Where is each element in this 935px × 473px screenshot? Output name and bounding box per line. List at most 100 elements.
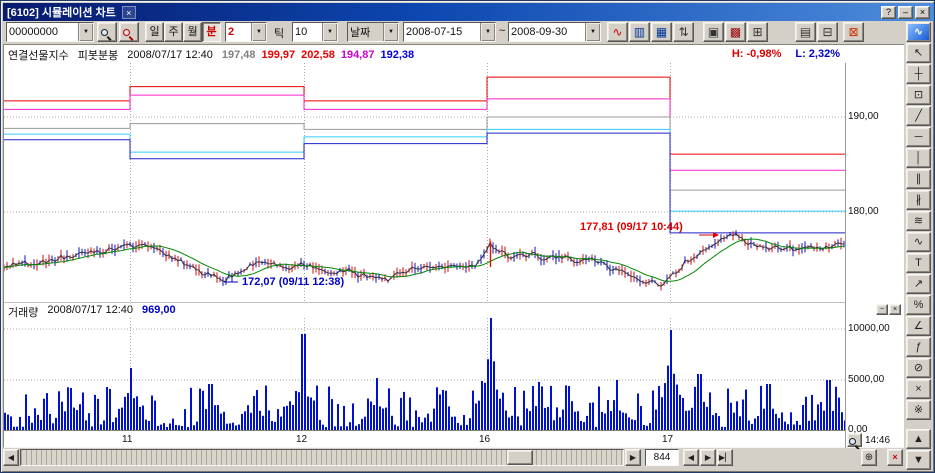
price-axis-border <box>845 63 846 448</box>
chart-legend: 연결선물지수 피봇분봉 2008/07/17 12:40 197,48199,9… <box>8 47 414 63</box>
right-toolbar: ∿↖┼⊡╱─│∥∦≋∿T↗%∠ƒ⊘×※▲▼ <box>904 22 933 471</box>
percent-tool-button[interactable]: % <box>906 295 931 315</box>
volume-pane-buttons: −× <box>876 304 901 315</box>
price-pane-plot[interactable] <box>4 63 845 302</box>
interval-combo[interactable]: 2 ▼ <box>225 22 267 42</box>
sort-button[interactable]: ⇅ <box>673 22 694 42</box>
close-button[interactable]: × <box>915 6 930 19</box>
annotation-low: 172,07 (09/11 12:38) <box>242 276 344 288</box>
collapse-pane-button[interactable]: − <box>876 304 888 315</box>
chart-area[interactable]: 연결선물지수 피봇분봉 2008/07/17 12:40 197,48199,9… <box>3 44 905 448</box>
symbol-code-combo[interactable]: ▼ <box>6 22 94 42</box>
close-pane-button[interactable]: × <box>889 304 901 315</box>
tick-label: 틱 <box>274 25 284 41</box>
jump-latest-button[interactable]: ▶▏ <box>717 449 733 466</box>
volume-datetime: 2008/07/17 12:40 <box>47 304 133 320</box>
panel-close-button[interactable]: × <box>887 449 903 466</box>
chevron-down-icon[interactable]: ▼ <box>585 23 600 41</box>
date-from-combo[interactable]: 2008-07-15 ▼ <box>403 22 496 42</box>
time-axis-label: 12 <box>296 434 307 445</box>
volume-profile-button[interactable]: ▥ <box>629 22 650 42</box>
price-axis-label: 190,00 <box>848 111 879 122</box>
period-day-button[interactable]: 일 <box>145 22 164 42</box>
search-button[interactable] <box>97 22 117 42</box>
zoom-select-button[interactable]: ⊡ <box>906 85 931 105</box>
title-bar[interactable]: [6102] 시뮬레이션 차트 × ?–× <box>3 3 934 21</box>
volume-axis-label: 0,00 <box>848 424 867 435</box>
save-chart-button[interactable]: ⊟ <box>817 22 838 42</box>
scrollbar-thumb[interactable] <box>507 450 533 465</box>
legend-value: 202,58 <box>301 49 335 61</box>
bar-style-button[interactable]: ▦ <box>651 22 672 42</box>
legend-values: 197,48199,97202,58194,87192,38 <box>222 49 414 61</box>
trendline-button[interactable]: ╱ <box>906 106 931 126</box>
period-button-group: 일주월분 <box>145 22 221 42</box>
low-percent-label: L: 2,32% <box>795 48 840 60</box>
pane-separator <box>4 302 845 303</box>
date-mode-combo[interactable]: 날짜 ▼ <box>347 22 399 42</box>
window-controls: ?–× <box>881 6 930 19</box>
channel-button[interactable]: ∦ <box>906 190 931 210</box>
pointer-button[interactable]: ↖ <box>906 43 931 63</box>
crosshair-button[interactable]: ┼ <box>906 64 931 84</box>
zigzag-line-button[interactable]: ∿ <box>607 22 628 42</box>
tick-count-combo[interactable]: 10 ▼ <box>292 22 338 42</box>
study-name: 피봇분봉 <box>78 47 118 63</box>
symbol-search-button[interactable] <box>119 22 139 42</box>
angle-tool-button[interactable]: ∠ <box>906 316 931 336</box>
parallel-lines-button[interactable]: ∥ <box>906 169 931 189</box>
scroll-right-button[interactable]: ▶ <box>625 449 641 466</box>
bar-datetime: 2008/07/17 12:40 <box>127 49 213 61</box>
zoom-in-button[interactable]: ⊕ <box>861 449 877 466</box>
print-button[interactable]: ▤ <box>795 22 816 42</box>
wave-button[interactable]: ∿ <box>906 232 931 252</box>
tool-settings-button[interactable]: ※ <box>906 400 931 420</box>
volume-header: 거래량 2008/07/17 12:40 969,00 <box>8 304 176 320</box>
chevron-down-icon[interactable]: ▼ <box>251 23 266 41</box>
fibonacci-button[interactable]: ≋ <box>906 211 931 231</box>
arrow-tool-button[interactable]: ↗ <box>906 274 931 294</box>
scroll-down-button[interactable]: ▼ <box>906 450 931 470</box>
axis-zoom-button[interactable] <box>847 433 862 447</box>
period-minute-button[interactable]: 분 <box>202 22 221 42</box>
scrollbar-track[interactable] <box>20 449 624 466</box>
tick-count-value: 10 <box>293 23 322 41</box>
chart-settings-button[interactable]: ▩ <box>725 22 746 42</box>
instrument-name: 연결선물지수 <box>8 47 69 63</box>
scroll-up-button[interactable]: ▲ <box>906 429 931 449</box>
scroll-left-button[interactable]: ◀ <box>3 449 19 466</box>
chevron-down-icon[interactable]: ▼ <box>383 23 398 41</box>
toolbar: ▼ 일주월분 2 ▼ 틱 10 ▼ 날짜 ▼ 2008-07-15 ▼ ~ 20… <box>3 22 905 43</box>
chevron-down-icon[interactable]: ▼ <box>78 23 93 41</box>
minimize-button[interactable]: – <box>898 6 913 19</box>
chevron-down-icon[interactable]: ▼ <box>480 23 495 41</box>
clear-all-button[interactable]: × <box>906 379 931 399</box>
vertical-line-button[interactable]: │ <box>906 148 931 168</box>
copy-chart-button[interactable]: ▣ <box>703 22 724 42</box>
volume-value: 969,00 <box>142 304 176 320</box>
quick-chart-button[interactable]: ∿ <box>906 22 931 42</box>
text-tool-button[interactable]: T <box>906 253 931 273</box>
step-back-button[interactable]: ◀ <box>683 449 699 466</box>
volume-pane-plot[interactable] <box>4 318 845 431</box>
date-to-combo[interactable]: 2008-09-30 ▼ <box>508 22 601 42</box>
eraser-button[interactable]: ⊘ <box>906 358 931 378</box>
period-week-button[interactable]: 주 <box>164 22 183 42</box>
step-forward-button[interactable]: ▶ <box>700 449 716 466</box>
legend-value: 192,38 <box>380 49 414 61</box>
simulation-chart-window: [6102] 시뮬레이션 차트 × ?–× ▼ 일주월분 2 ▼ 틱 10 ▼ … <box>0 0 935 473</box>
grid-toggle-button[interactable]: ⊞ <box>747 22 768 42</box>
magnifier-icon <box>849 438 861 450</box>
export-button[interactable]: ⊠ <box>843 22 864 42</box>
last-time-label: 14:46 <box>865 435 890 446</box>
symbol-code-input[interactable] <box>7 23 78 41</box>
chevron-down-icon[interactable]: ▼ <box>322 23 337 41</box>
time-axis-label: 17 <box>662 434 673 445</box>
tab-close-button[interactable]: × <box>122 6 136 19</box>
horizontal-line-button[interactable]: ─ <box>906 127 931 147</box>
help-button[interactable]: ? <box>881 6 896 19</box>
high-percent-label: H: -0,98% <box>732 48 782 60</box>
volume-title: 거래량 <box>8 304 38 320</box>
period-month-button[interactable]: 월 <box>183 22 202 42</box>
formula-button[interactable]: ƒ <box>906 337 931 357</box>
